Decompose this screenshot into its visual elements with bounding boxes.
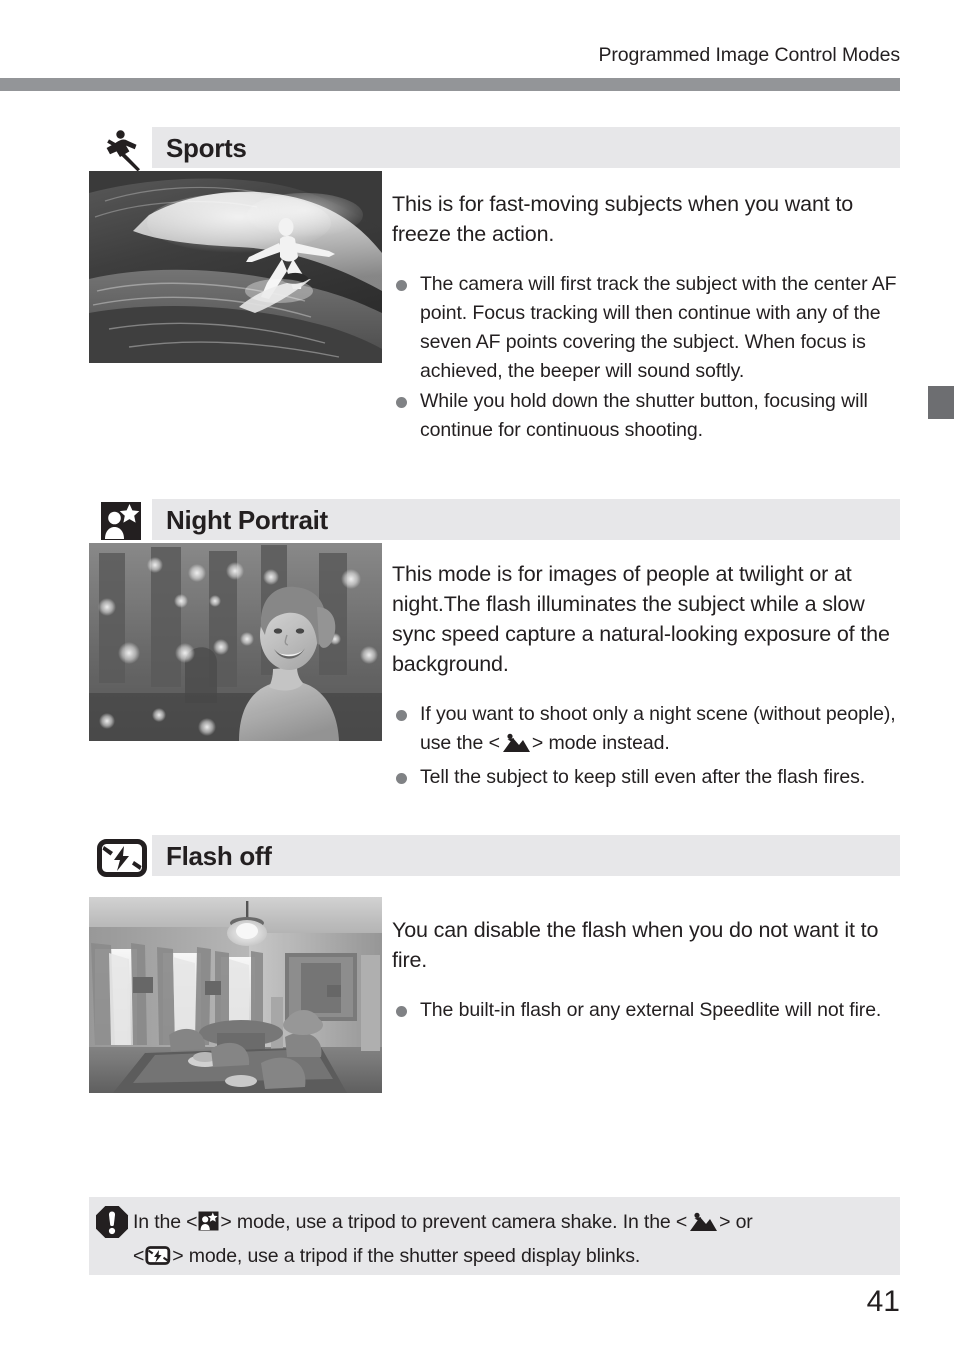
bullet-list: If you want to shoot only a night scene … (392, 700, 902, 792)
bullet-dot-icon (396, 1006, 407, 1017)
section-title: Sports (166, 133, 247, 163)
header-rule (0, 78, 900, 91)
bullet-dot-icon (396, 397, 407, 408)
note-line2-part1: < (133, 1245, 145, 1267)
landscape-mountain-icon (688, 1211, 718, 1241)
list-item-text-after: > mode instead. (531, 732, 670, 754)
list-item-text: Tell the subject to keep still even afte… (420, 766, 866, 788)
list-item: The built-in flash or any external Speed… (392, 996, 902, 1025)
bullet-dot-icon (396, 710, 407, 721)
flash-off-icon (97, 837, 147, 879)
section-header-sports: Sports (0, 127, 954, 172)
note-line1-part1: In the < (133, 1211, 198, 1233)
list-item-text: While you hold down the shutter button, … (420, 390, 868, 441)
list-item-text: The camera will first track the subject … (420, 273, 897, 382)
note-line1-part2: > mode, use a tripod to prevent camera s… (220, 1211, 688, 1233)
note-line1-part3: > or (719, 1211, 753, 1233)
woman-at-night-with-bokeh-lights-photo (89, 543, 382, 741)
night-portrait-person-star-icon (198, 1210, 219, 1240)
bullet-list: The built-in flash or any external Speed… (392, 996, 902, 1025)
caution-note-box: In the < > mode, use a tripod to prevent … (89, 1197, 900, 1275)
bullet-dot-icon (396, 280, 407, 291)
bullet-dot-icon (396, 773, 407, 784)
dining-room-interior-photo (89, 897, 382, 1093)
section-title: Flash off (166, 841, 272, 871)
night-portrait-person-star-icon (100, 501, 142, 541)
section-header-flash-off: Flash off (0, 835, 954, 879)
chapter-tab-marker (928, 386, 954, 419)
landscape-mountain-icon (501, 733, 531, 762)
section-lead: This is for fast-moving subjects when yo… (392, 191, 854, 246)
caution-exclamation-icon (95, 1205, 129, 1239)
section-sports: Sports This is for fast-moving subjects … (0, 127, 954, 441)
list-item: If you want to shoot only a night scene … (392, 700, 902, 762)
section-copy-sports: This is for fast-moving subjects when yo… (392, 167, 902, 445)
section-title: Night Portrait (166, 505, 328, 535)
section-lead: You can disable the flash when you do no… (392, 917, 879, 972)
flash-off-icon (145, 1245, 171, 1275)
page-number: 41 (866, 1285, 900, 1318)
section-night-portrait: Night Portrait This mode is for images o… (0, 499, 954, 788)
caution-note-text: In the < > mode, use a tripod to prevent … (133, 1207, 893, 1275)
bullet-list: The camera will first track the subject … (392, 270, 902, 445)
surfer-riding-wave-photo (89, 171, 382, 363)
section-flash-off: Flash off You can disable the flash when… (0, 835, 954, 1093)
section-header-bar (152, 127, 900, 168)
list-item: While you hold down the shutter button, … (392, 387, 902, 445)
section-copy-night-portrait: This mode is for images of people at twi… (392, 537, 902, 792)
note-line2-part2: > mode, use a tripod if the shutter spee… (172, 1245, 641, 1267)
section-copy-flash-off: You can disable the flash when you do no… (392, 893, 902, 1025)
list-item: Tell the subject to keep still even afte… (392, 763, 902, 792)
list-item: The camera will first track the subject … (392, 270, 902, 386)
sports-running-figure-icon (96, 127, 148, 172)
running-header-title: Programmed Image Control Modes (598, 44, 900, 66)
section-lead: This mode is for images of people at twi… (392, 561, 890, 676)
list-item-text: The built-in flash or any external Speed… (420, 999, 882, 1021)
